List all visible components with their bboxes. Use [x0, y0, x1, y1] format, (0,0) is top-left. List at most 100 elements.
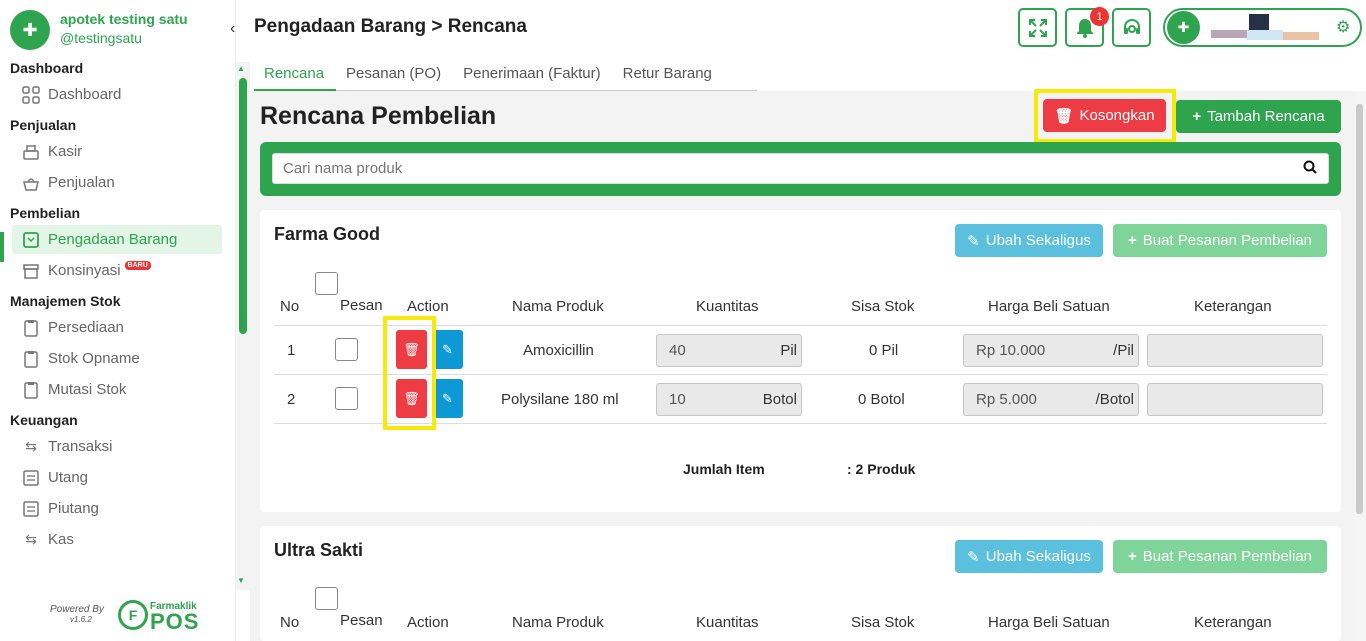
- product-name: Amoxicillin: [523, 342, 594, 359]
- avatar: ✚: [1167, 11, 1200, 44]
- kosongkan-button[interactable]: 🗑 Kosongkan: [1043, 99, 1166, 132]
- tab-pesanan[interactable]: Pesanan (PO): [336, 58, 453, 91]
- sidebar-item-dashboard[interactable]: Dashboard: [0, 80, 236, 109]
- quantity-unit: Pil: [780, 342, 797, 359]
- sidebar-item-label: Mutasi Stok: [48, 381, 127, 398]
- grid-icon: [22, 85, 40, 104]
- sidebar-item-kasir[interactable]: Kasir: [0, 137, 236, 166]
- column-header-sisa-stok: Sisa Stok: [851, 298, 915, 315]
- search-input[interactable]: [272, 153, 1329, 184]
- edit-row-button[interactable]: ✎: [432, 330, 463, 369]
- chevron-left-icon[interactable]: ‹: [230, 20, 235, 38]
- profile-redacted-block: [1249, 14, 1269, 30]
- note-field[interactable]: [1147, 334, 1323, 367]
- column-header-action: Action: [407, 298, 449, 315]
- sidebar-item-label: Pengadaan Barang: [48, 231, 178, 248]
- pencil-icon: ✎: [967, 232, 980, 250]
- ubah-sekaligus-button[interactable]: ✎ Ubah Sekaligus: [955, 224, 1103, 257]
- exchange-icon: ⇆: [25, 438, 37, 454]
- clipboard-check-icon: [22, 350, 40, 368]
- sidebar-item-label: Stok Opname: [48, 350, 140, 367]
- button-label: Buat Pesanan Pembelian: [1142, 548, 1313, 565]
- sidebar-item-pengadaan-barang[interactable]: Pengadaan Barang: [12, 225, 222, 254]
- section-dashboard: Dashboard: [10, 60, 84, 76]
- button-label: Buat Pesanan Pembelian: [1142, 232, 1313, 249]
- select-all-checkbox[interactable]: [315, 272, 338, 295]
- button-label: Kosongkan: [1079, 107, 1155, 124]
- sidebar-item-kas[interactable]: ⇆ Kas: [0, 525, 236, 554]
- stock-value: 0 Botol: [858, 391, 905, 408]
- notification-count-badge: 1: [1090, 7, 1109, 26]
- pencil-icon: ✎: [442, 390, 453, 406]
- sidebar-item-piutang[interactable]: Piutang: [0, 494, 236, 523]
- pesan-checkbox[interactable]: [335, 387, 358, 410]
- tab-retur-barang[interactable]: Retur Barang: [613, 58, 724, 91]
- section-penjualan: Penjualan: [10, 117, 77, 133]
- row-no: 1: [287, 342, 296, 359]
- supplier-name: Farma Good: [274, 224, 381, 244]
- quantity-field[interactable]: 40 Pil: [656, 334, 802, 367]
- price-value: Rp 5.000: [976, 391, 1037, 408]
- profile-menu[interactable]: ✚ ⚙: [1163, 8, 1362, 47]
- sidebar-item-label: Dashboard: [48, 86, 122, 103]
- sidebar-item-konsinyasi[interactable]: Konsinyasi BARU: [0, 256, 236, 285]
- gear-icon[interactable]: ⚙: [1336, 17, 1350, 37]
- price-value: Rp 10.000: [976, 342, 1046, 359]
- profile-redacted-block: [1211, 30, 1247, 38]
- buat-pesanan-button[interactable]: + Buat Pesanan Pembelian: [1113, 540, 1327, 573]
- sidebar-item-utang[interactable]: Utang: [0, 463, 236, 492]
- sidebar-item-mutasi-stok[interactable]: Mutasi Stok: [0, 375, 236, 404]
- page-title: Pengadaan Barang > Rencana: [254, 16, 527, 37]
- fullscreen-button[interactable]: [1018, 8, 1057, 47]
- search-icon[interactable]: [1303, 160, 1317, 178]
- sidebar-item-label: Persediaan: [48, 319, 124, 336]
- quantity-value: 10: [669, 391, 686, 408]
- scroll-up-icon[interactable]: ▲: [237, 64, 245, 73]
- column-header-pesan: Pesan: [340, 297, 383, 314]
- sidebar-item-persediaan[interactable]: Persediaan: [0, 313, 236, 342]
- button-label: Ubah Sekaligus: [985, 548, 1091, 565]
- brand: ✚ apotek testing satu @testingsatu: [10, 10, 188, 50]
- sidebar-nav: Dashboard Dashboard Penjualan Kasir Penj…: [0, 58, 236, 556]
- section-title: Rencana Pembelian: [260, 102, 497, 130]
- column-header-pesan: Pesan: [340, 612, 383, 629]
- clipboard-icon: [22, 319, 40, 337]
- buat-pesanan-button[interactable]: + Buat Pesanan Pembelian: [1113, 224, 1327, 257]
- column-header-kuantitas: Kuantitas: [696, 614, 759, 631]
- plus-icon: +: [1127, 548, 1137, 565]
- brand-name: apotek testing satu: [60, 11, 188, 27]
- section-keuangan: Keuangan: [10, 412, 78, 428]
- expand-icon: [1028, 18, 1047, 37]
- sidebar-item-stok-opname[interactable]: Stok Opname: [0, 344, 236, 373]
- sidebar-scroll-thumb[interactable]: [239, 78, 247, 334]
- tab-rencana[interactable]: Rencana: [254, 58, 337, 92]
- quantity-field[interactable]: 10 Botol: [656, 383, 802, 416]
- summary-label: Jumlah Item: [683, 461, 765, 477]
- sidebar-item-label: Konsinyasi: [48, 262, 121, 279]
- tambah-rencana-button[interactable]: + Tambah Rencana: [1176, 100, 1341, 133]
- column-header-nama-produk: Nama Produk: [512, 298, 604, 315]
- plus-icon: +: [1127, 232, 1137, 249]
- ubah-sekaligus-button[interactable]: ✎ Ubah Sekaligus: [955, 540, 1103, 573]
- note-field[interactable]: [1147, 383, 1323, 416]
- sidebar-item-label: Piutang: [48, 500, 99, 517]
- stock-value: 0 Pil: [869, 342, 899, 359]
- scroll-down-icon[interactable]: ▼: [237, 576, 245, 585]
- sidebar-item-penjualan[interactable]: Penjualan: [0, 168, 236, 197]
- price-field[interactable]: Rp 10.000 /Pil: [963, 334, 1139, 367]
- exchange-icon: ⇆: [25, 531, 37, 547]
- pharmacy-logo-icon: ✚: [10, 10, 50, 50]
- support-button[interactable]: [1112, 8, 1151, 47]
- profile-redacted-block: [1283, 32, 1319, 40]
- sidebar-item-transaksi[interactable]: ⇆ Transaksi: [0, 432, 236, 461]
- new-badge: BARU: [124, 261, 151, 270]
- trash-icon: 🗑: [1054, 107, 1074, 125]
- column-header-keterangan: Keterangan: [1194, 614, 1272, 631]
- price-field[interactable]: Rp 5.000 /Botol: [963, 383, 1139, 416]
- tab-penerimaan[interactable]: Penerimaan (Faktur): [453, 58, 613, 91]
- tab-bar: Rencana Pesanan (PO) Penerimaan (Faktur)…: [254, 58, 757, 92]
- edit-row-button[interactable]: ✎: [432, 379, 463, 418]
- main-scroll-thumb[interactable]: [1356, 104, 1363, 514]
- select-all-checkbox[interactable]: [315, 587, 338, 610]
- pesan-checkbox[interactable]: [335, 338, 358, 361]
